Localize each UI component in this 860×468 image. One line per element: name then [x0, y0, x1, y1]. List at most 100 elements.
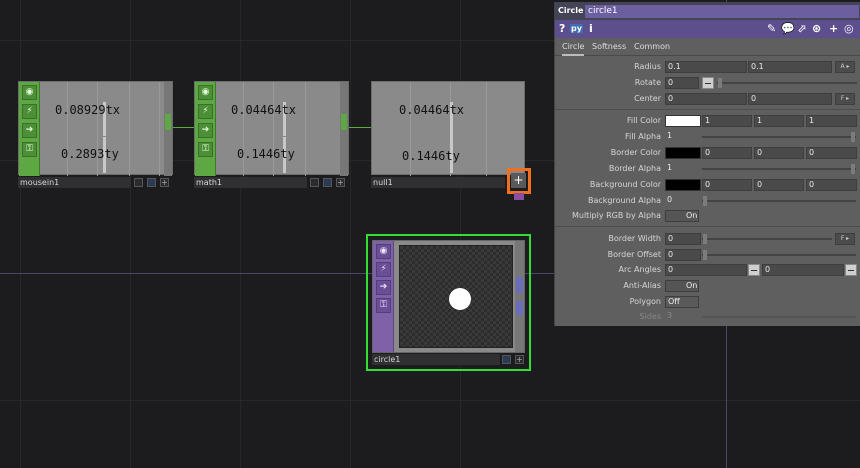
fill-alpha-slider[interactable]: [702, 136, 856, 138]
display-icon[interactable]: [147, 178, 156, 187]
node-label[interactable]: null1: [371, 177, 505, 188]
border-width-slider-knob[interactable]: [703, 234, 707, 244]
bg-g-field[interactable]: 0: [754, 179, 804, 191]
add-output-button[interactable]: +: [511, 173, 526, 188]
texture-viewer[interactable]: [399, 245, 513, 348]
expand-icon[interactable]: +: [160, 178, 169, 187]
node-label[interactable]: math1: [194, 177, 307, 188]
panel-tabs: Circle Softness Common: [555, 39, 860, 56]
edit-icon[interactable]: ✎: [767, 22, 776, 35]
node-body[interactable]: ◉ ⚡ ➔ ⚿: [372, 240, 525, 353]
export-arrow-icon[interactable]: ➔: [22, 123, 37, 138]
fill-alpha-field[interactable]: 1: [665, 131, 701, 143]
cursor-icon[interactable]: ⬀: [797, 22, 806, 35]
anti-alias-toggle[interactable]: On: [665, 280, 699, 292]
rotate-decrement[interactable]: [702, 77, 714, 89]
lock-icon[interactable]: ⚿: [22, 142, 37, 157]
circle-preview: [449, 288, 471, 310]
background-alpha-slider[interactable]: [702, 200, 856, 202]
tab-circle[interactable]: Circle: [562, 42, 585, 56]
fill-g-field[interactable]: 1: [754, 115, 804, 127]
border-width-slider[interactable]: [702, 238, 832, 240]
display-icon[interactable]: [323, 178, 332, 187]
border-width-menu-button[interactable]: F ▸: [835, 233, 855, 245]
viewer-icon[interactable]: ◉: [376, 244, 391, 259]
background-color-swatch[interactable]: [665, 179, 701, 191]
node-body[interactable]: 0.04464tx 0.1446ty: [371, 81, 525, 176]
node-body[interactable]: ◉ ⚡ ➔ ⚿ 0.08929tx 0.2893ty: [18, 81, 173, 176]
border-offset-field[interactable]: 0: [665, 249, 701, 261]
display-icon[interactable]: [502, 355, 511, 364]
border-alpha-slider-knob[interactable]: [851, 164, 855, 174]
target-icon[interactable]: ◎: [844, 22, 854, 35]
output-connector[interactable]: [341, 114, 347, 130]
python-icon[interactable]: py: [570, 24, 583, 33]
export-arrow-icon[interactable]: ➔: [376, 280, 391, 295]
lock-icon[interactable]: ⚿: [198, 142, 213, 157]
border-offset-slider-knob[interactable]: [703, 250, 707, 260]
fill-r-field[interactable]: 1: [702, 115, 752, 127]
arc-end-field[interactable]: 0: [762, 264, 844, 276]
arc-end-decrement[interactable]: [845, 264, 857, 276]
fill-alpha-slider-knob[interactable]: [851, 132, 855, 142]
node-null1[interactable]: 0.04464tx 0.1446ty null1: [371, 81, 526, 189]
radius-menu-button[interactable]: A ▸: [835, 61, 855, 73]
border-r-field[interactable]: 0: [702, 147, 752, 159]
lock-icon[interactable]: ⚿: [376, 298, 391, 313]
comment-icon[interactable]: 💬: [781, 22, 795, 35]
center-y-field[interactable]: 0: [748, 93, 832, 105]
rotate-field[interactable]: 0: [665, 77, 699, 89]
output-connector[interactable]: [516, 277, 523, 293]
border-offset-slider[interactable]: [702, 254, 856, 256]
multiply-rgb-toggle[interactable]: On: [665, 210, 699, 222]
border-g-field[interactable]: 0: [754, 147, 804, 159]
output-connector[interactable]: [165, 114, 171, 130]
node-circle1[interactable]: ◉ ⚡ ➔ ⚿ circle1 +: [366, 234, 531, 371]
border-alpha-slider[interactable]: [702, 168, 856, 170]
fill-color-swatch[interactable]: [665, 115, 701, 127]
border-color-swatch[interactable]: [665, 147, 701, 159]
bypass-icon[interactable]: [310, 178, 319, 187]
tab-common[interactable]: Common: [634, 42, 670, 51]
export-arrow-icon[interactable]: ➔: [198, 123, 213, 138]
cook-icon[interactable]: ⚡: [376, 262, 391, 277]
background-alpha-slider-knob[interactable]: [703, 196, 707, 206]
border-alpha-field[interactable]: 1: [665, 163, 701, 175]
node-math1[interactable]: ◉ ⚡ ➔ ⚿ 0.04464tx 0.1446ty math1 +: [194, 81, 349, 189]
rotate-slider-knob[interactable]: [718, 78, 722, 88]
background-alpha-field[interactable]: 0: [665, 195, 701, 207]
radius-y-field[interactable]: 0.1: [748, 61, 832, 73]
bg-b-field[interactable]: 0: [806, 179, 857, 191]
expand-icon[interactable]: +: [336, 178, 345, 187]
bypass-icon[interactable]: [134, 178, 143, 187]
expand-icon[interactable]: +: [515, 355, 524, 364]
center-x-field[interactable]: 0: [665, 93, 747, 105]
bg-r-field[interactable]: 0: [702, 179, 752, 191]
radius-x-field[interactable]: 0.1: [665, 61, 747, 73]
divider: [159, 82, 160, 176]
node-mousein1[interactable]: ◉ ⚡ ➔ ⚿ 0.08929tx 0.2893ty mousein1 +: [18, 81, 173, 189]
output-connector[interactable]: [516, 301, 523, 315]
polygon-toggle[interactable]: Off: [665, 296, 699, 308]
viewer-icon[interactable]: ◉: [22, 85, 37, 100]
python-logo-icon[interactable]: ⊛: [812, 22, 821, 35]
info-icon[interactable]: i: [589, 22, 593, 35]
sides-slider: [702, 316, 856, 318]
border-width-field[interactable]: 0: [665, 233, 701, 245]
operator-name-field[interactable]: circle1: [585, 5, 859, 18]
add-icon[interactable]: +: [829, 22, 838, 35]
fill-b-field[interactable]: 1: [806, 115, 857, 127]
node-body[interactable]: ◉ ⚡ ➔ ⚿ 0.04464tx 0.1446ty: [194, 81, 349, 176]
border-b-field[interactable]: 0: [806, 147, 857, 159]
cook-icon[interactable]: ⚡: [22, 104, 37, 119]
arc-start-field[interactable]: 0: [665, 264, 747, 276]
help-icon[interactable]: ?: [559, 22, 565, 35]
cook-icon[interactable]: ⚡: [198, 104, 213, 119]
node-label[interactable]: mousein1: [18, 177, 131, 188]
viewer-icon[interactable]: ◉: [198, 85, 213, 100]
node-label[interactable]: circle1: [372, 354, 500, 365]
center-menu-button[interactable]: F ▸: [835, 93, 855, 105]
tab-softness[interactable]: Softness: [592, 42, 626, 51]
arc-start-decrement[interactable]: [748, 264, 760, 276]
rotate-slider[interactable]: [717, 82, 857, 84]
